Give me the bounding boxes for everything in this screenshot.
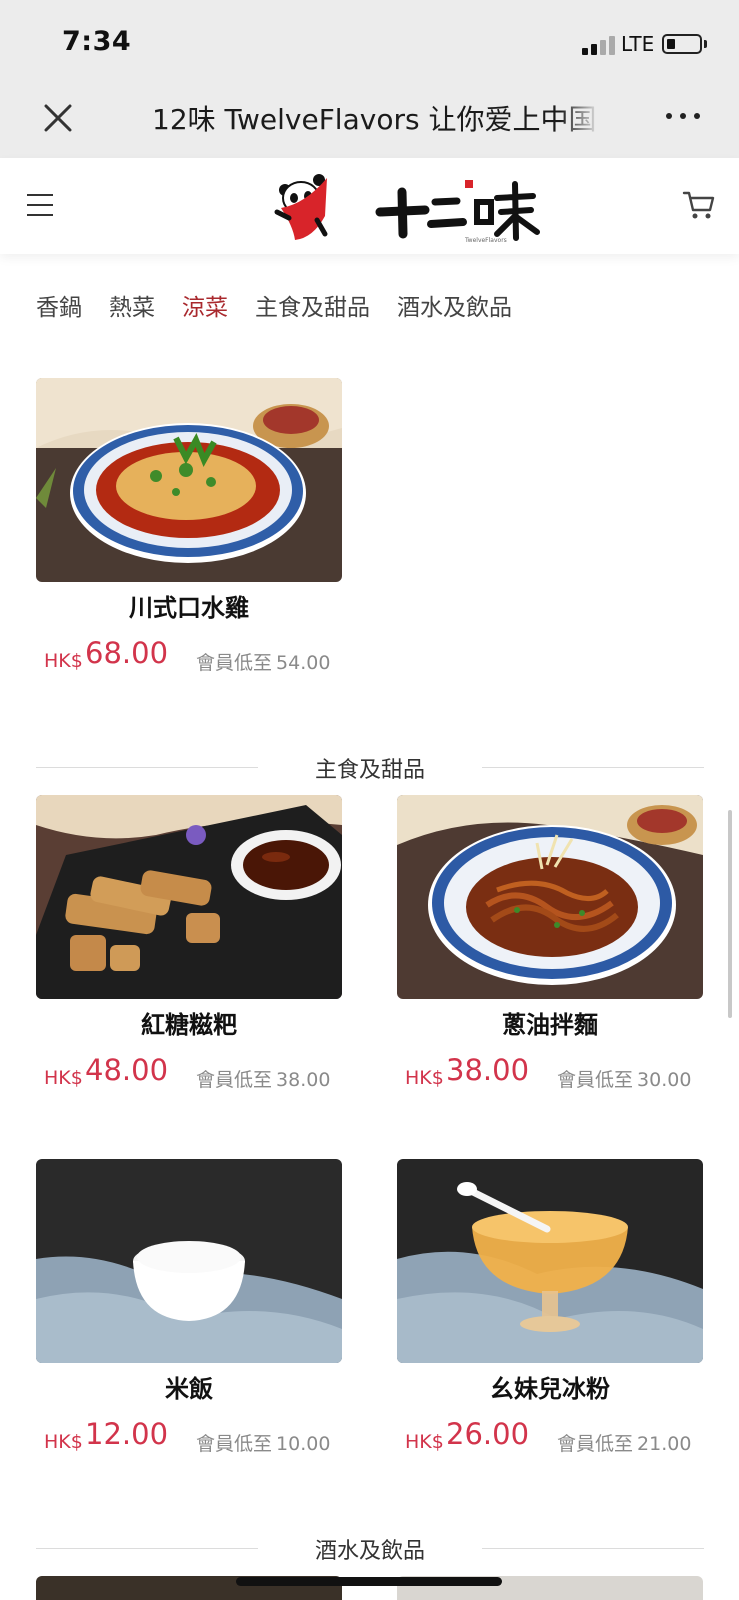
svg-text:TwelveFlavors: TwelveFlavors xyxy=(464,237,507,244)
product-name: 米飯 xyxy=(165,1375,213,1403)
price-row: HK$ 68.00 會員低至 54.00 xyxy=(36,636,342,686)
product-image[interactable] xyxy=(36,1159,342,1363)
cellular-signal-icon xyxy=(582,35,616,55)
price: 26.00 xyxy=(446,1417,530,1451)
price: 12.00 xyxy=(85,1417,169,1451)
price-row: HK$ 38.00 會員低至 30.00 xyxy=(397,1053,703,1103)
price-currency: HK$ xyxy=(405,1067,444,1089)
battery-tip xyxy=(704,40,707,48)
member-price: 會員低至 10.00 xyxy=(196,1433,331,1455)
more-dots-icon[interactable] xyxy=(664,106,704,126)
product-image[interactable] xyxy=(36,378,342,582)
product-name: 蔥油拌麵 xyxy=(502,1011,598,1039)
home-indicator[interactable] xyxy=(236,1577,502,1586)
product-card[interactable]: 幺妹兒冰粉 HK$ 26.00 會員低至 21.00 xyxy=(397,1159,703,1467)
category-tabs: 香鍋 熱菜 涼菜 主食及甜品 酒水及飲品 xyxy=(36,288,512,322)
price: 38.00 xyxy=(446,1053,530,1087)
price-currency: HK$ xyxy=(44,1431,83,1453)
tab-cold-dishes[interactable]: 涼菜 xyxy=(182,288,228,322)
tab-hot-dishes[interactable]: 熱菜 xyxy=(109,288,155,322)
section-header-drinks: 酒水及飲品 xyxy=(36,1533,704,1564)
price: 48.00 xyxy=(85,1053,169,1087)
cart-icon[interactable] xyxy=(682,188,716,222)
section-header-staples: 主食及甜品 xyxy=(36,752,704,783)
price-currency: HK$ xyxy=(44,1067,83,1089)
product-image[interactable] xyxy=(397,1159,703,1363)
price-row: HK$ 48.00 會員低至 38.00 xyxy=(36,1053,342,1103)
section-title: 酒水及飲品 xyxy=(314,1539,425,1564)
status-time: 7:34 xyxy=(62,26,132,57)
member-price: 會員低至 54.00 xyxy=(196,652,331,674)
product-card[interactable]: 米飯 HK$ 12.00 會員低至 10.00 xyxy=(36,1159,342,1467)
site-header: TwelveFlavors xyxy=(0,158,739,254)
product-name: 紅糖糍粑 xyxy=(141,1011,237,1039)
product-card[interactable]: 蔥油拌麵 HK$ 38.00 會員低至 30.00 xyxy=(397,795,703,1103)
scrollbar[interactable] xyxy=(728,810,732,1018)
brand-logo[interactable]: TwelveFlavors xyxy=(265,168,555,244)
product-card[interactable]: 川式口水雞 HK$ 68.00 會員低至 54.00 xyxy=(36,378,342,686)
product-card[interactable]: 紅糖糍粑 HK$ 48.00 會員低至 38.00 xyxy=(36,795,342,1103)
product-image[interactable] xyxy=(36,795,342,999)
product-name: 幺妹兒冰粉 xyxy=(490,1375,610,1403)
member-price: 會員低至 21.00 xyxy=(557,1433,692,1455)
title-fade xyxy=(560,96,600,140)
price-currency: HK$ xyxy=(405,1431,444,1453)
price-row: HK$ 12.00 會員低至 10.00 xyxy=(36,1417,342,1467)
price: 68.00 xyxy=(85,636,169,670)
battery-icon xyxy=(662,34,702,54)
tab-staples-desserts[interactable]: 主食及甜品 xyxy=(255,288,370,322)
member-price: 會員低至 38.00 xyxy=(196,1069,331,1091)
product-image[interactable] xyxy=(397,795,703,999)
browser-page-title: 12味 TwelveFlavors 让你爱上中国 xyxy=(152,103,596,136)
member-price: 會員低至 30.00 xyxy=(557,1069,692,1091)
close-icon[interactable] xyxy=(40,100,76,136)
hamburger-menu-icon[interactable] xyxy=(27,194,53,216)
section-title: 主食及甜品 xyxy=(314,758,425,783)
price-currency: HK$ xyxy=(44,650,83,672)
tab-drinks[interactable]: 酒水及飲品 xyxy=(397,288,512,322)
price-row: HK$ 26.00 會員低至 21.00 xyxy=(397,1417,703,1467)
network-type: LTE xyxy=(621,32,655,56)
tab-xiangguo[interactable]: 香鍋 xyxy=(36,288,82,322)
product-name: 川式口水雞 xyxy=(129,594,249,622)
